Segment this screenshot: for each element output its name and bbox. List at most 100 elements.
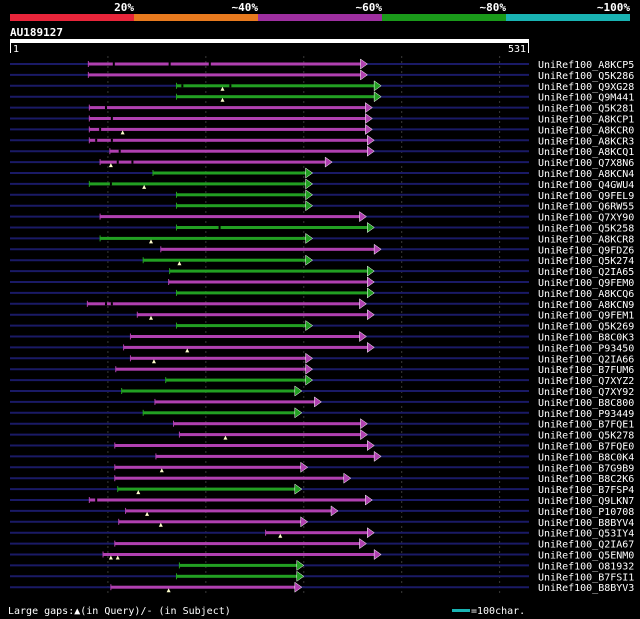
hit-label: UniRef100_Q53IY4 [538,529,634,540]
subject-gap [110,117,113,120]
hit-bar [179,433,362,437]
hit-label: UniRef100_B7FSP4 [538,485,634,496]
hit-bar [176,324,307,328]
hit-bar [152,171,307,175]
hit-bar [176,204,307,208]
hit-label: UniRef100_A8KCQ1 [538,147,634,158]
hit-bar [179,563,298,567]
hit-label: UniRef100_A8KCP1 [538,115,634,126]
hit-label: UniRef100_B8C800 [538,398,634,409]
hit-bar [100,215,361,219]
hit-bar [114,476,345,480]
query-name: AU189127 [10,26,63,39]
hit-label: UniRef100_A8KCR0 [538,125,634,136]
hit-bar [121,389,296,393]
hit-bar [103,553,376,556]
hit-bar [115,367,307,371]
hit-bar [168,280,369,284]
hit-bar [89,117,367,120]
subject-gap [112,62,115,66]
hit-bar [100,160,327,164]
scale-label: ~80% [480,1,507,14]
hit-bar [89,106,367,110]
scale-length-label: =100char. [471,606,525,617]
hit-label: UniRef100_Q2IA65 [538,267,634,278]
hit-bar [143,258,307,262]
hit-bar [110,585,296,589]
query-bar [10,39,529,43]
subject-gap [208,62,211,66]
hit-bar [265,531,369,535]
hit-bar [114,465,302,469]
hit-bar [89,127,367,131]
hit-label: UniRef100_Q7XYZ2 [538,376,634,387]
hit-label: UniRef100_B7FUM6 [538,365,634,376]
hit-label: UniRef100_P10708 [538,507,634,518]
hit-label: UniRef100_A8KCQ6 [538,289,634,300]
subject-gap [109,182,112,186]
scale-label: ~60% [356,1,383,14]
hit-bar [176,95,376,99]
scale-segment [382,14,506,21]
scale-segment [134,14,258,21]
hit-label: UniRef100_Q5K278 [538,431,634,442]
subject-gap [110,302,113,306]
hit-label: UniRef100_Q9LKN7 [538,496,634,507]
hit-bar [169,269,369,273]
subject-gap [99,127,102,131]
hit-label: UniRef100_Q5K269 [538,322,634,333]
hit-bar [123,345,369,349]
hit-label: UniRef100_P93450 [538,343,634,354]
scale-label: ~100% [597,1,630,14]
hit-label: UniRef100_Q9FEM0 [538,278,634,289]
legend-text: Large gaps:▲(in Query)/- (in Subject) [8,606,231,617]
hit-label: UniRef100_A8KCR3 [538,136,634,147]
hit-label: UniRef100_A8KCP5 [538,60,634,71]
scale-length-bar [452,609,470,612]
subject-gap [116,160,119,164]
scale-segment [506,14,630,21]
hit-label: UniRef100_Q6RW55 [538,202,634,213]
ruler-start-label: 1 [13,44,19,55]
hit-bar [88,73,362,77]
hit-bar [154,400,316,404]
hit-label: UniRef100_Q9FEL9 [538,191,634,202]
hit-label: UniRef100_B8C2K6 [538,474,634,485]
hit-bar [87,302,361,306]
hit-bar [89,182,307,186]
hit-label: UniRef100_Q7X8N6 [538,158,634,169]
hit-label: UniRef100_Q9FDZ6 [538,245,634,256]
hit-bar [137,313,369,317]
subject-gap [104,302,107,306]
hit-bar [176,84,376,88]
hit-label: UniRef100_B8C0K4 [538,452,634,463]
hit-bar [109,149,369,153]
subject-gap [118,149,121,153]
hit-bar [176,226,369,229]
hit-bar [173,422,362,426]
hit-bar [88,62,362,66]
hit-label: UniRef100_Q7XY90 [538,213,634,224]
hit-label: UniRef100_O81932 [538,561,634,572]
hit-label: UniRef100_Q9FEM1 [538,311,634,322]
hit-bar [89,138,369,142]
hit-bar [125,509,333,513]
hit-bar [160,247,376,251]
hit-label: UniRef100_Q9XG28 [538,82,634,93]
hit-label: UniRef100_Q5K286 [538,71,634,82]
hit-label: UniRef100_A8KCN9 [538,300,634,311]
hit-label: UniRef100_Q5K281 [538,104,634,115]
hit-bar [117,487,296,491]
scale-label: 20% [114,1,134,14]
subject-gap [181,84,184,88]
subject-gap [131,160,134,164]
hit-label: UniRef100_Q5K274 [538,256,634,267]
hit-label: UniRef100_B7FQE0 [538,442,634,453]
hit-bar [114,542,361,546]
hit-label: UniRef100_P93449 [538,409,634,420]
subject-gap [104,106,107,110]
subject-gap [229,84,232,88]
hit-bar [165,378,307,382]
hit-label: UniRef100_Q2IA67 [538,540,634,551]
hit-label: UniRef100_B7G9B9 [538,463,634,474]
